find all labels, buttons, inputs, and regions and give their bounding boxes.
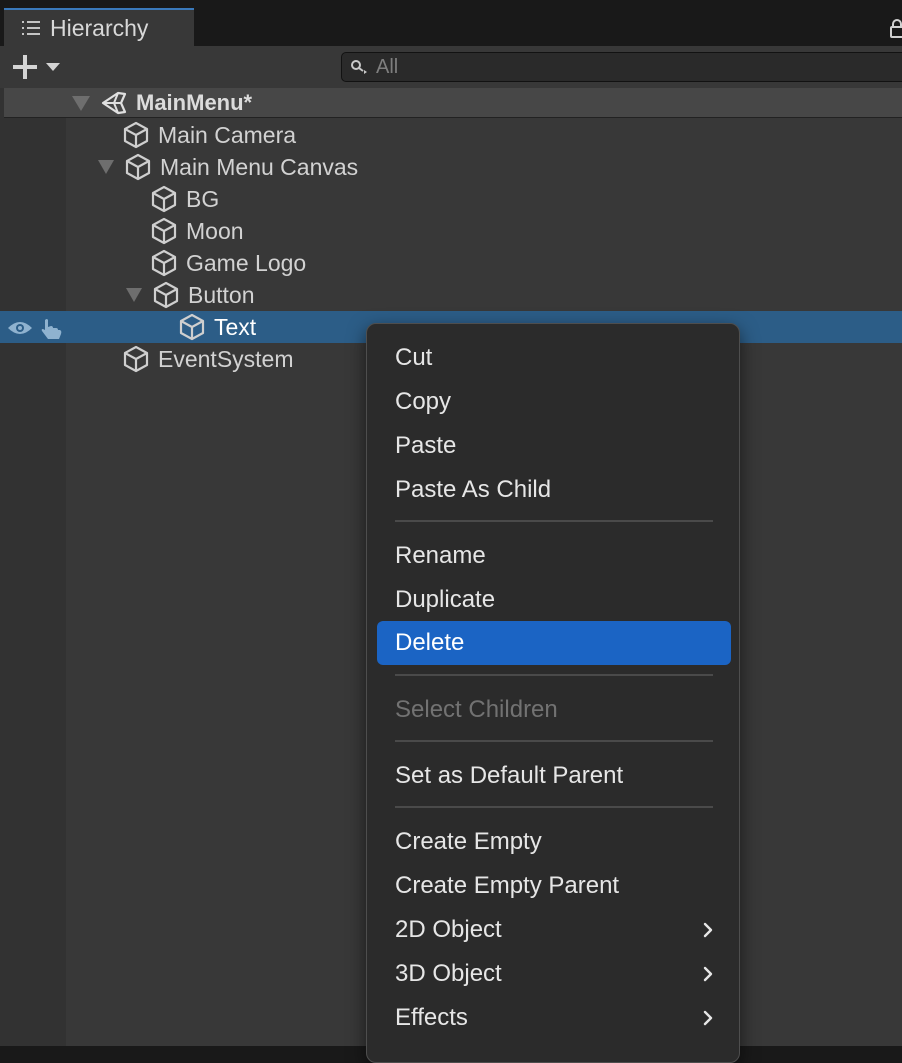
search-field[interactable] [341,52,902,82]
menu-separator [395,740,713,742]
tab-label: Hierarchy [50,14,149,41]
fold-arrow-icon[interactable] [98,160,114,174]
fold-arrow-icon[interactable] [126,288,142,302]
context-menu: Cut Copy Paste Paste As Child Rename Dup… [366,323,740,1063]
hierarchy-item-button[interactable]: Button [0,279,902,311]
menu-item-cut[interactable]: Cut [377,336,731,380]
tab-strip: Hierarchy [0,0,902,46]
chevron-right-icon [703,922,713,938]
hand-icon[interactable] [38,316,64,340]
cube-icon [152,281,180,309]
hierarchy-item-game-logo[interactable]: Game Logo [0,247,902,279]
cube-icon [178,313,206,341]
menu-separator [395,806,713,808]
list-icon [22,21,40,35]
cube-icon [124,153,152,181]
tab-hierarchy[interactable]: Hierarchy [4,8,194,46]
menu-item-3d-object[interactable]: 3D Object [377,952,731,996]
scene-header-row[interactable]: MainMenu* [4,88,902,118]
unity-logo-icon [101,91,127,115]
menu-item-create-empty[interactable]: Create Empty [377,820,731,864]
hierarchy-item-bg[interactable]: BG [0,183,902,215]
menu-item-rename[interactable]: Rename [377,534,731,578]
menu-item-effects[interactable]: Effects [377,996,731,1040]
cube-icon [122,345,150,373]
menu-item-delete[interactable]: Delete [377,621,731,665]
cube-icon [150,217,178,245]
menu-item-2d-object[interactable]: 2D Object [377,908,731,952]
hierarchy-item-main-menu-canvas[interactable]: Main Menu Canvas [0,151,902,183]
hierarchy-item-moon[interactable]: Moon [0,215,902,247]
menu-item-duplicate[interactable]: Duplicate [377,578,731,622]
chevron-right-icon [703,1010,713,1026]
menu-item-create-empty-parent[interactable]: Create Empty Parent [377,864,731,908]
fold-arrow-icon[interactable] [72,95,90,111]
caret-down-icon [46,63,60,71]
plus-icon [12,54,38,80]
cube-icon [150,185,178,213]
menu-item-paste-as-child[interactable]: Paste As Child [377,468,731,512]
menu-item-set-as-default-parent[interactable]: Set as Default Parent [377,754,731,798]
scene-label: MainMenu* [136,90,253,115]
search-icon [351,60,367,74]
eye-icon[interactable] [6,319,34,337]
search-input[interactable] [376,55,902,79]
menu-separator [395,674,713,676]
menu-item-select-children: Select Children [395,696,558,723]
add-gameobject-button[interactable] [12,52,68,82]
menu-item-copy[interactable]: Copy [377,380,731,424]
lock-icon[interactable] [890,18,902,38]
menu-item-paste[interactable]: Paste [377,424,731,468]
menu-separator [395,520,713,522]
hierarchy-item-main-camera[interactable]: Main Camera [0,119,902,151]
cube-icon [122,121,150,149]
chevron-right-icon [703,966,713,982]
cube-icon [150,249,178,277]
